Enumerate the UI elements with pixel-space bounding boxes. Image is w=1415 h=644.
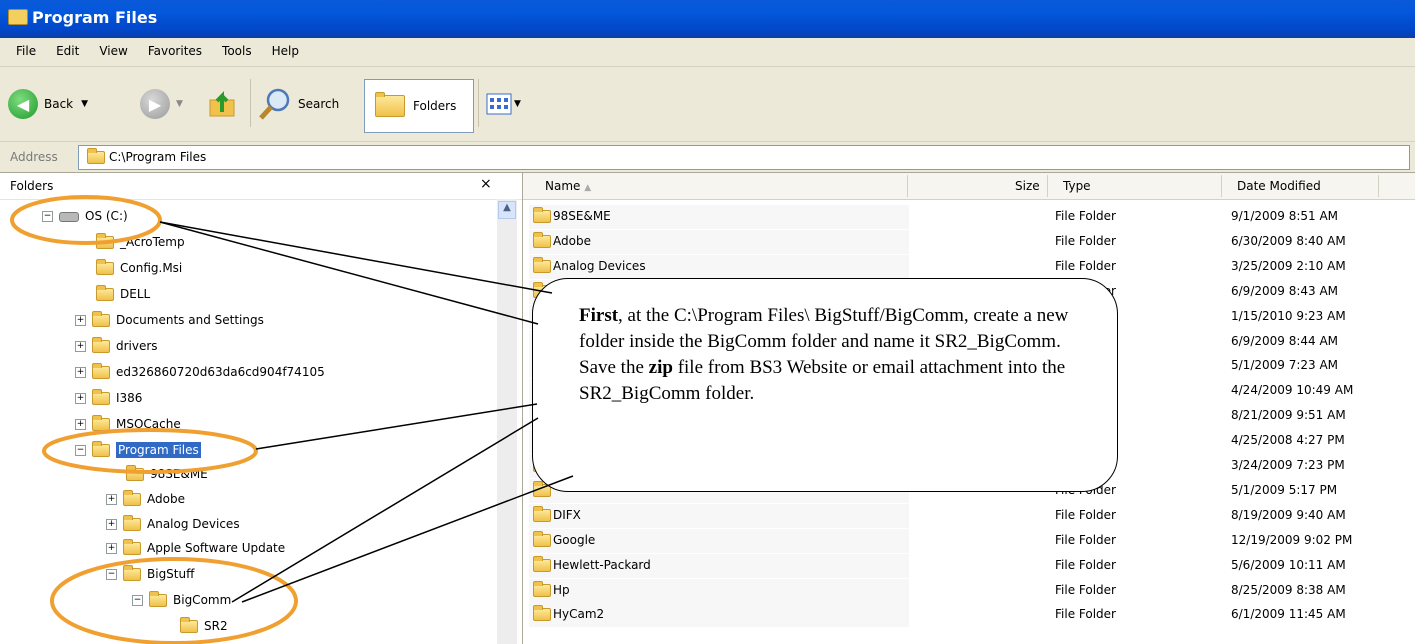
pointer-line (241, 475, 574, 603)
pointer-line (159, 221, 553, 294)
annotation-overlay (10, 195, 574, 644)
highlight-oval-program-files (42, 428, 258, 474)
pointer-line (159, 221, 539, 325)
highlight-oval-os-drive (10, 195, 162, 245)
highlight-oval-bigstuff (50, 557, 298, 644)
pointer-line (255, 403, 538, 450)
